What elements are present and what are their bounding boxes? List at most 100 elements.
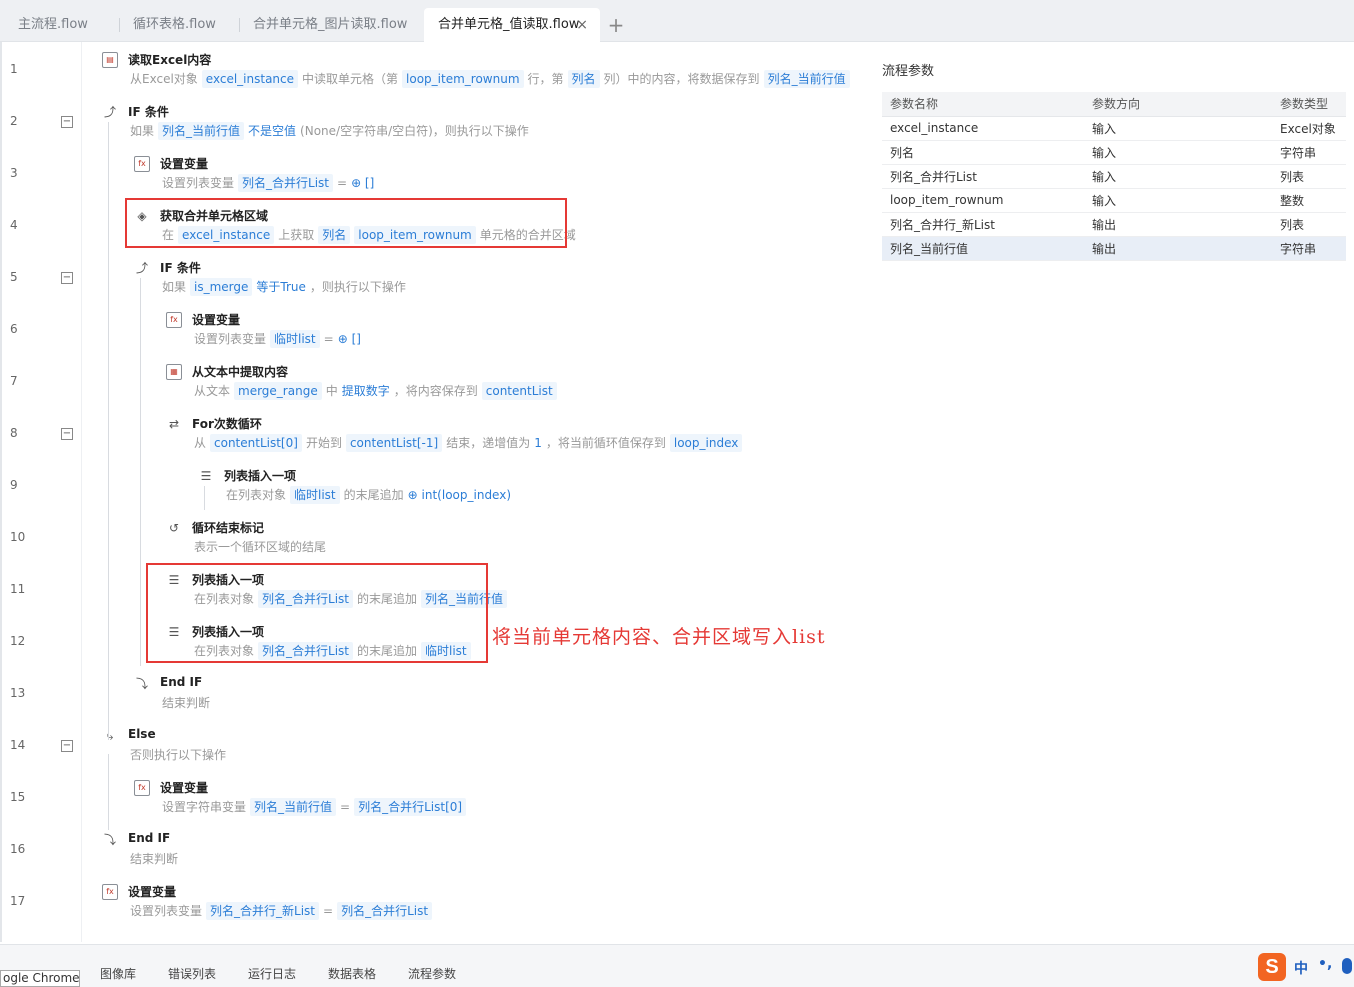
param-row[interactable]: 列名_当前行值 输出 字符串 (882, 236, 1346, 261)
tab-merge-value-flow[interactable]: 合并单元格_值读取.flow × (424, 8, 600, 42)
flow-step[interactable]: ☰ 列表插入一项 在列表对象 临时list 的末尾追加 ⊕ int(loop_index) (198, 466, 742, 518)
param-direction: 输入 (1084, 164, 1272, 189)
tab-loop-table-flow[interactable]: 循环表格.flow (115, 8, 240, 42)
flow-step[interactable]: ▤ 读取Excel内容 从Excel对象 excel_instance 中读取单元格（第… (102, 50, 850, 102)
step-description: 表示一个循环区域的结尾 (192, 538, 328, 556)
flow-step[interactable]: ⤵ End IF 结束判断 (102, 830, 742, 882)
step-description: 设置字符串变量 列名_当前行值 = 列名_合并行List[0] (160, 798, 468, 816)
description-text: 从Excel对象 (130, 72, 198, 86)
flow-step[interactable]: fx 设置变量 设置列表变量 列名_合并行_新List = 列名_合并行List (102, 882, 742, 934)
description-text: 如果 (162, 280, 187, 294)
microphone-icon[interactable] (1342, 958, 1352, 974)
else-icon: ⤷ (106, 729, 114, 743)
variable-token[interactable]: loop_index (669, 434, 743, 452)
description-text: 如果 (130, 124, 155, 138)
variable-token[interactable]: 列名 (567, 70, 600, 88)
param-type: 字符串 (1272, 236, 1346, 261)
indent-guide (108, 122, 109, 740)
param-row[interactable]: loop_item_rownum 输入 整数 (882, 188, 1346, 213)
tab-label: 主流程.flow (18, 17, 88, 32)
step-title: 设置变量 (128, 885, 177, 899)
variable-token[interactable]: excel_instance (201, 70, 299, 88)
flow-step[interactable]: fx 设置变量 设置字符串变量 列名_当前行值 = 列名_合并行List[0] (134, 778, 742, 830)
ime-toolbar[interactable]: S 中 •, (1258, 953, 1354, 981)
param-direction: 输出 (1084, 236, 1272, 261)
flow-step[interactable]: ⇄ For次数循环从 contentList[0] 开始到 contentList[-1… (166, 414, 744, 466)
tab-main-flow[interactable]: 主流程.flow (0, 8, 120, 42)
bottom-panel-tabs: 图像库 错误列表 运行日志 数据表格 流程参数 (0, 944, 1354, 987)
loop-icon: ⇄ (168, 417, 180, 431)
param-row[interactable]: excel_instance 输入 Excel对象 (882, 116, 1346, 141)
variable-token[interactable]: 列名_合并行List (337, 902, 433, 920)
ime-mode[interactable]: 中 (1294, 958, 1308, 978)
flow-step[interactable]: fx 设置变量 设置列表变量 临时list = ⊕ [] (166, 310, 742, 362)
description-text: 设置列表变量 (130, 904, 203, 918)
step-description: 结束判断 (128, 850, 180, 868)
line-number: 14 (10, 738, 26, 752)
description-text: (None/空字符串/空白符)，则执行以下操作 (300, 124, 529, 138)
flow-step[interactable]: ⤴ IF 条件 如果 is_merge 等于True ，则执行以下操作 (134, 258, 742, 310)
step-description: 如果 is_merge 等于True ，则执行以下操作 (160, 278, 408, 296)
operator-text: ⊕ [] (337, 332, 361, 346)
variable-token[interactable]: 列名_当前行值 (763, 70, 850, 88)
variable-token[interactable]: 列名_当前行值 (158, 122, 245, 140)
collapse-toggle[interactable]: − (61, 740, 73, 752)
variable-token[interactable]: contentList[0] (210, 434, 302, 452)
bottom-tab-flow-params[interactable]: 流程参数 (408, 965, 456, 982)
line-number: 8 (10, 426, 18, 440)
list-insert-icon: ☰ (200, 469, 212, 483)
flow-editor: 1 2−3 4 5−6 7 8−9 10 11 12 13 14−15 16 17 ▤ 读取Excel内容… (0, 42, 860, 942)
param-row[interactable]: 列名_合并行List 输入 列表 (882, 164, 1346, 189)
flow-params-panel: 流程参数 参数名称 参数方向 参数类型 excel_instance 输入 Exce… (882, 56, 1346, 261)
variable-token[interactable]: 临时list (290, 486, 340, 504)
description-text: 中 (325, 384, 338, 398)
param-name: 列名_当前行值 (882, 236, 1084, 261)
bottom-tab-run-log[interactable]: 运行日志 (248, 965, 296, 982)
variable-token[interactable]: contentList (481, 382, 557, 400)
description-text: ，将内容保存到 (393, 384, 478, 398)
tab-label: 合并单元格_图片读取.flow (253, 17, 408, 32)
variable-token[interactable]: merge_range (234, 382, 322, 400)
variable-token[interactable]: contentList[-1] (345, 434, 443, 452)
flow-step[interactable]: ▦ 从文本中提取内容 从文本 merge_range 中提取数字 ，将内容保存到 conte… (166, 362, 742, 414)
close-icon[interactable]: × (576, 8, 588, 42)
excel-read-icon: ▤ (102, 52, 118, 68)
collapse-toggle[interactable]: − (61, 428, 73, 440)
operator-text: 等于True (256, 280, 306, 294)
bottom-tab-image-library[interactable]: 图像库 (100, 965, 136, 982)
tab-label: 循环表格.flow (133, 17, 216, 32)
flow-step[interactable]: ⤵ End IF 结束判断 (134, 674, 742, 726)
description-text: 设置列表变量 (162, 176, 235, 190)
param-type: 列表 (1272, 212, 1346, 237)
flow-step[interactable]: ⤷ Else 否则执行以下操作 (102, 726, 742, 778)
variable-token[interactable]: is_merge (190, 278, 253, 296)
step-title: Else (128, 727, 156, 741)
variable-token[interactable]: 列名_合并行List (238, 174, 333, 192)
param-name: loop_item_rownum (882, 188, 1084, 213)
ime-punctuation[interactable]: •, (1318, 956, 1332, 972)
flow-step[interactable]: ⤴ IF 条件 如果 列名_当前行值 不是空值 (None/空字符串/空白符)，则执行以下… (102, 102, 742, 154)
variable-token[interactable]: 列名_当前行值 (250, 798, 337, 816)
text-extract-icon: ▦ (166, 364, 182, 380)
operator-text: 提取数字 (341, 384, 390, 398)
variable-token[interactable]: 列名_合并行_新List (206, 902, 319, 920)
end-if-icon: ⤵ (135, 677, 148, 691)
line-number: 1 (10, 62, 18, 76)
variable-token[interactable]: 列名_合并行List[0] (354, 798, 467, 816)
collapse-toggle[interactable]: − (61, 116, 73, 128)
add-tab-button[interactable]: + (606, 8, 626, 42)
step-description: 从 contentList[0] 开始到 contentList[-1] 结束，递增值为… (192, 434, 744, 452)
param-row[interactable]: 列名 输入 字符串 (882, 140, 1346, 165)
step-title: IF 条件 (128, 105, 169, 119)
if-icon: ⤴ (135, 261, 148, 275)
bottom-tab-error-list[interactable]: 错误列表 (168, 965, 216, 982)
step-title: 循环结束标记 (192, 521, 265, 535)
param-row[interactable]: 列名_合并行_新List 输出 列表 (882, 212, 1346, 237)
set-variable-icon: fx (134, 780, 150, 796)
step-title: End IF (160, 675, 203, 689)
bottom-tab-data-table[interactable]: 数据表格 (328, 965, 376, 982)
collapse-toggle[interactable]: − (61, 272, 73, 284)
variable-token[interactable]: loop_item_rownum (402, 70, 524, 88)
tab-merge-image-flow[interactable]: 合并单元格_图片读取.flow (235, 8, 425, 42)
variable-token[interactable]: 临时list (270, 330, 320, 348)
